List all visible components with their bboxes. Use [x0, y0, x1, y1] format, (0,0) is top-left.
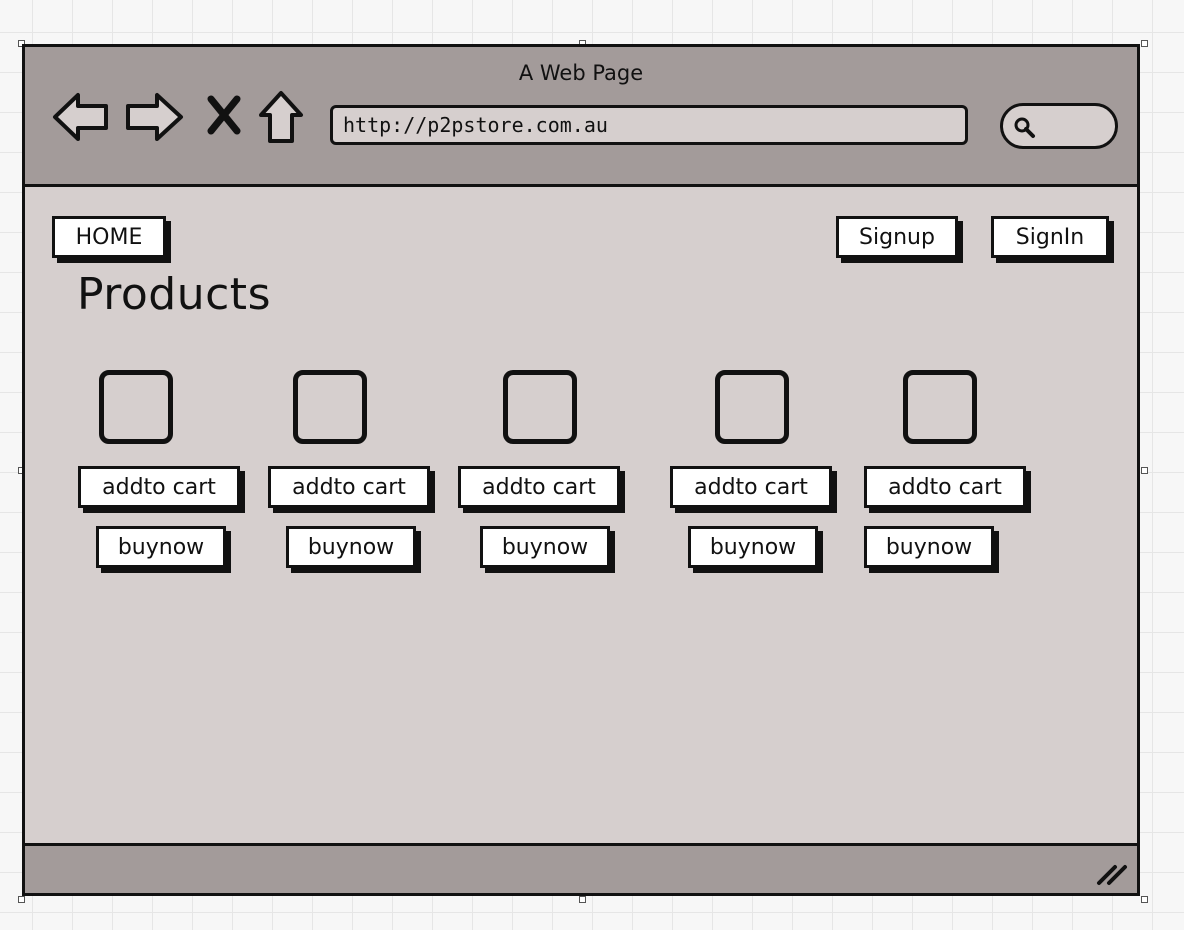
- browser-toolbar: A Web Page http://p2pstore.com.au: [25, 47, 1137, 187]
- add-to-cart-button[interactable]: addto cart: [458, 466, 620, 508]
- selection-handle-bottom-center[interactable]: [579, 896, 586, 903]
- add-to-cart-button[interactable]: addto cart: [78, 466, 240, 508]
- page-title: Products: [77, 269, 271, 320]
- add-to-cart-button[interactable]: addto cart: [268, 466, 430, 508]
- selection-handle-bottom-left[interactable]: [18, 896, 25, 903]
- product-image-placeholder: [715, 370, 789, 444]
- buy-now-button[interactable]: buynow: [688, 526, 818, 568]
- product-image-placeholder: [99, 370, 173, 444]
- buy-now-button[interactable]: buynow: [96, 526, 226, 568]
- back-arrow-icon[interactable]: [51, 89, 111, 145]
- home-button[interactable]: HOME: [52, 216, 166, 258]
- product-image-placeholder: [503, 370, 577, 444]
- window-title: A Web Page: [518, 61, 644, 85]
- forward-arrow-icon[interactable]: [124, 89, 186, 145]
- signup-button[interactable]: Signup: [836, 216, 958, 258]
- buy-now-button[interactable]: buynow: [286, 526, 416, 568]
- selection-handle-middle-right[interactable]: [1141, 467, 1148, 474]
- resize-grip-icon[interactable]: [1095, 859, 1129, 887]
- selection-handle-top-right[interactable]: [1141, 40, 1148, 47]
- product-image-placeholder: [293, 370, 367, 444]
- browser-search-field[interactable]: [1000, 103, 1118, 149]
- signin-button[interactable]: SignIn: [991, 216, 1109, 258]
- search-icon: [1014, 117, 1035, 138]
- product-image-placeholder: [903, 370, 977, 444]
- stop-icon[interactable]: [206, 95, 242, 135]
- buy-now-button[interactable]: buynow: [480, 526, 610, 568]
- selection-handle-bottom-right[interactable]: [1141, 896, 1148, 903]
- address-bar[interactable]: http://p2pstore.com.au: [330, 105, 968, 145]
- add-to-cart-button[interactable]: addto cart: [670, 466, 832, 508]
- browser-status-bar: [25, 843, 1137, 893]
- add-to-cart-button[interactable]: addto cart: [864, 466, 1026, 508]
- home-icon[interactable]: [257, 89, 305, 145]
- buy-now-button[interactable]: buynow: [864, 526, 994, 568]
- browser-window: A Web Page http://p2pstore.com.au HOME S…: [22, 44, 1140, 896]
